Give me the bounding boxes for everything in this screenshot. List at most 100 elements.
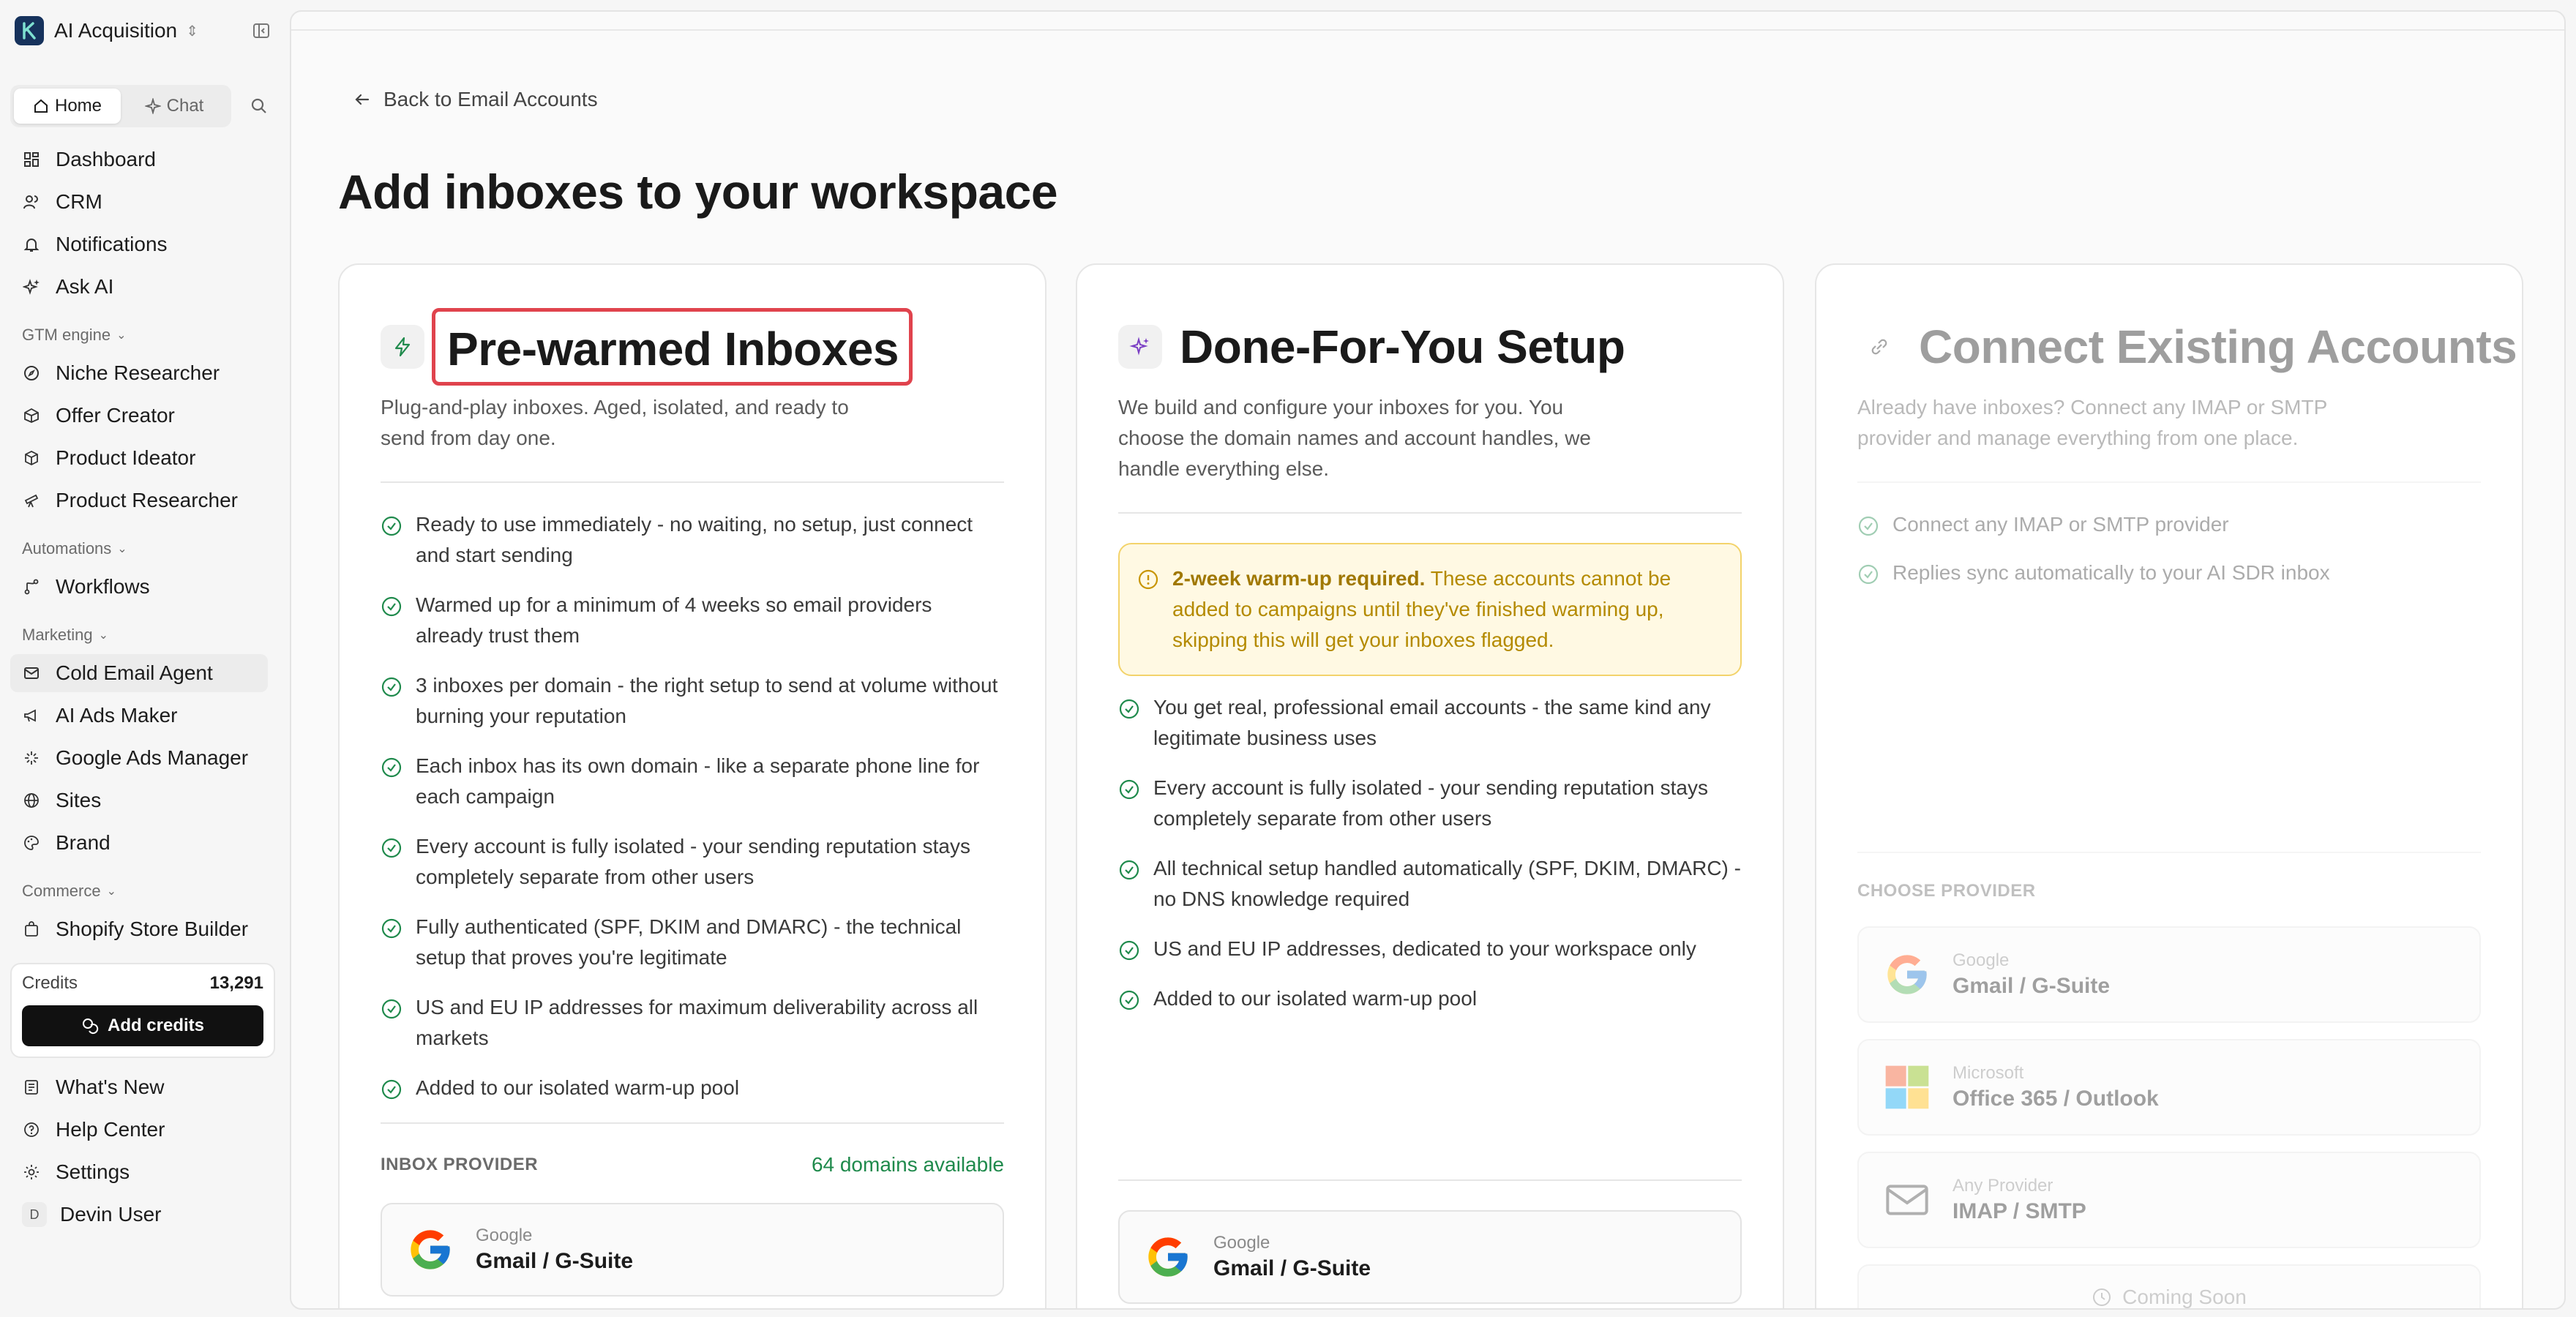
feature-text: Every account is fully isolated - your s… [1153,776,1708,830]
sidebar-item-label: Offer Creator [56,404,175,427]
google-icon [1887,955,1927,994]
coming-soon-badge: Coming Soon [1857,1264,2481,1308]
check-circle-icon [1858,564,1879,585]
sidebar-item-label: CRM [56,190,102,213]
sidebar-item-label: Shopify Store Builder [56,918,249,940]
section-marketing[interactable]: Marketing ⌄ [10,620,274,650]
google-icon [411,1230,450,1269]
sidebar-item-label: Product Ideator [56,446,196,469]
sidebar-item-product-researcher[interactable]: Product Researcher [10,481,268,519]
tab-home[interactable]: Home [14,89,121,124]
avatar: D [22,1202,47,1227]
page-title: Add inboxes to your workspace [338,165,1058,219]
sidebar-item-dashboard[interactable]: Dashboard [10,140,268,179]
warmup-warning: 2-week warm-up required. These accounts … [1118,543,1742,676]
list-item: All technical setup handled automaticall… [1118,853,1742,915]
list-item: US and EU IP addresses, dedicated to you… [1118,934,1742,964]
collapse-sidebar-button[interactable] [249,18,274,43]
box-icon [22,406,41,425]
telescope-icon [22,491,41,510]
sparkles-icon [1118,325,1162,369]
feature-text: Replies sync automatically to your AI SD… [1892,561,2330,584]
section-label: Commerce [22,882,101,900]
tab-chat[interactable]: Chat [121,89,228,124]
google-icon [1148,1237,1188,1277]
search-button[interactable] [244,91,274,121]
sidebar-item-sites[interactable]: Sites [10,781,268,819]
workspace-switcher[interactable]: AI Acquisition ⇕ [10,13,274,48]
feature-text: Each inbox has its own domain - like a s… [416,754,980,808]
check-circle-icon [1119,699,1139,719]
alert-circle-icon [1138,569,1158,590]
sidebar-item-google-ads-manager[interactable]: Google Ads Manager [10,739,268,777]
sidebar-item-brand[interactable]: Brand [10,824,268,862]
provider-option-gmail[interactable]: Google Gmail / G-Suite [381,1203,1004,1297]
list-item: Each inbox has its own domain - like a s… [381,751,1004,812]
globe-icon [22,791,41,810]
sidebar-item-offer-creator[interactable]: Offer Creator [10,397,268,435]
list-item: Every account is fully isolated - your s… [1118,773,1742,834]
sparkles-icon [22,277,41,296]
check-circle-icon [381,516,402,536]
provider-option-gmail[interactable]: Google Gmail / G-Suite [1118,1210,1742,1304]
sidebar-item-whats-new[interactable]: What's New [10,1068,268,1106]
prewarmed-inboxes-card[interactable]: Pre-warmed Inboxes Plug-and-play inboxes… [338,263,1046,1308]
sparkle-icon [22,748,41,768]
arrow-left-icon [355,94,370,105]
provider-option-outlook[interactable]: Microsoft Office 365 / Outlook [1857,1039,2481,1136]
lightning-icon [381,325,424,369]
list-item: Connect any IMAP or SMTP provider [1857,509,2481,540]
sidebar: AI Acquisition ⇕ Home Chat Dashboard CRM… [0,0,284,1317]
tab-home-label: Home [54,96,102,116]
list-item: Warmed up for a minimum of 4 weeks so em… [381,590,1004,651]
sidebar-item-label: Brand [56,831,111,854]
sidebar-item-cold-email-agent[interactable]: Cold Email Agent [10,654,268,692]
home-chat-toggle: Home Chat [10,85,231,127]
sidebar-item-ask-ai[interactable]: Ask AI [10,268,268,306]
section-gtm-engine[interactable]: GTM engine ⌄ [10,320,274,350]
sidebar-item-workflows[interactable]: Workflows [10,568,268,606]
section-automations[interactable]: Automations ⌄ [10,534,274,563]
user-name: Devin User [60,1203,162,1226]
provider-name: Gmail / G-Suite [1213,1256,1371,1280]
sidebar-item-label: What's New [56,1076,165,1098]
add-credits-button[interactable]: Add credits [22,1005,263,1046]
card-description: We build and configure your inboxes for … [1118,396,1591,480]
sidebar-item-notifications[interactable]: Notifications [10,225,268,263]
domains-available: 64 domains available [811,1153,1004,1176]
card-description: Plug-and-play inboxes. Aged, isolated, a… [381,396,849,449]
feature-text: Fully authenticated (SPF, DKIM and DMARC… [416,915,962,969]
section-commerce[interactable]: Commerce ⌄ [10,877,274,906]
feature-text: Every account is fully isolated - your s… [416,835,970,888]
sidebar-item-niche-researcher[interactable]: Niche Researcher [10,354,268,392]
sidebar-item-product-ideator[interactable]: Product Ideator [10,439,268,477]
done-for-you-card[interactable]: Done-For-You Setup We build and configur… [1076,263,1784,1308]
bottom-nav: What's New Help Center Settings [10,1068,274,1191]
provider-option-imap[interactable]: Any Provider IMAP / SMTP [1857,1152,2481,1248]
sidebar-item-label: Sites [56,789,102,811]
sidebar-item-settings[interactable]: Settings [10,1153,268,1191]
palette-icon [22,833,41,852]
sidebar-item-shopify-store-builder[interactable]: Shopify Store Builder [10,910,268,948]
sidebar-item-label: Cold Email Agent [56,661,213,684]
top-divider [291,29,2564,31]
connect-existing-card[interactable]: Connect Existing Accounts Already have i… [1815,263,2523,1308]
sidebar-item-crm[interactable]: CRM [10,183,268,221]
sidebar-item-label: Dashboard [56,148,156,170]
provider-name: IMAP / SMTP [1952,1199,2086,1223]
provider-sub: Microsoft [1952,1063,2024,1083]
feature-text: Added to our isolated warm-up pool [416,1076,740,1099]
provider-option-gmail[interactable]: Google Gmail / G-Suite [1857,926,2481,1023]
user-menu[interactable]: D Devin User [10,1196,274,1234]
sidebar-item-ai-ads-maker[interactable]: AI Ads Maker [10,697,268,735]
back-to-email-accounts-link[interactable]: Back to Email Accounts [353,88,598,111]
search-icon [251,98,266,113]
dashboard-icon [22,150,41,169]
feature-list: Connect any IMAP or SMTP provider Replie… [1857,509,2481,588]
sidebar-item-help-center[interactable]: Help Center [10,1111,268,1149]
check-circle-icon [1119,779,1139,800]
sidebar-item-label: Settings [56,1160,130,1183]
feature-list: You get real, professional email account… [1118,692,1742,1014]
workspace-name: AI Acquisition [54,19,178,42]
feature-text: Added to our isolated warm-up pool [1153,987,1478,1010]
